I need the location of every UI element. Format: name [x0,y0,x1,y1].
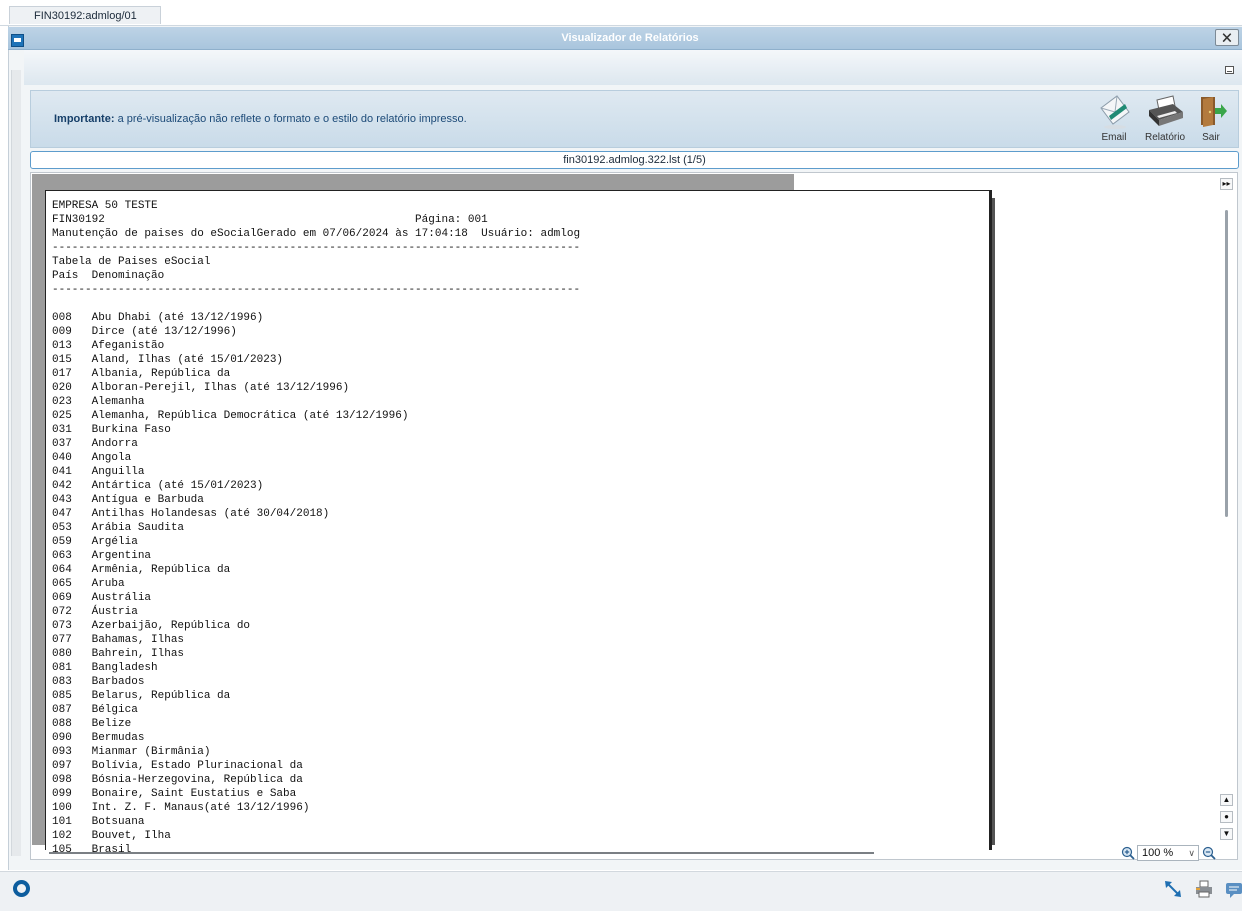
preview-notice-label: Importante: [54,113,115,125]
report-line: 069 Austrália [52,592,152,604]
minimize-icon[interactable] [1225,66,1234,74]
close-icon: 🗙 [1222,29,1232,44]
window-title: Visualizador de Relatórios [561,32,699,44]
left-scroll-track [11,70,21,856]
status-bar [0,871,1242,911]
report-line: 037 Andorra [52,438,138,450]
close-button[interactable]: 🗙 [1215,29,1239,46]
report-line: 072 Áustria [52,606,138,618]
scroll-to-end-button[interactable]: ▸▸ [1220,178,1233,190]
report-line: 077 Bahamas, Ilhas [52,634,185,646]
printer-icon [1149,95,1183,126]
report-line: Manutenção de paises do eSocialGerado em… [52,228,581,240]
report-line: 025 Alemanha, República Democrática (até… [52,410,409,422]
printer-settings-icon[interactable] [1194,879,1214,899]
scrollbar-thumb[interactable] [1225,210,1228,517]
report-content: EMPRESA 50 TESTE FIN30192 Página: 001 Manu… [52,199,580,857]
report-line: 098 Bósnia-Herzegovina, República da [52,774,303,786]
chevron-down-icon: ∨ [1188,848,1195,858]
report-line: 063 Argentina [52,550,152,562]
report-line: 102 Bouvet, Ilha [52,830,171,842]
zoom-value: 100 % [1142,847,1174,859]
report-line: 023 Alemanha [52,396,145,408]
report-file-name: fin30192.admlog.322.lst (1/5) [30,151,1239,169]
page-shadow [992,198,995,845]
report-line: 088 Belize [52,718,132,730]
report-line: 105 Brasil [52,844,132,856]
report-line: 081 Bangladesh [52,662,158,674]
report-line: 100 Int. Z. F. Manaus(até 13/12/1996) [52,802,310,814]
report-line: 040 Angola [52,452,132,464]
email-button[interactable]: Email [1095,94,1133,144]
email-icon [1100,95,1130,129]
report-line: 090 Bermudas [52,732,145,744]
page-down-button[interactable]: ▼ [1220,828,1233,840]
zoom-out-icon[interactable] [1202,846,1216,860]
report-line: 059 Argélia [52,536,138,548]
app-logo-icon[interactable] [13,880,30,897]
exit-button[interactable]: Sair [1195,94,1227,144]
report-line: 017 Albania, República da [52,368,231,380]
zoom-select[interactable]: 100 % ∨ [1137,845,1199,861]
report-line: ----------------------------------------… [52,284,581,296]
report-line: 080 Bahrein, Ilhas [52,648,185,660]
exit-door-icon [1201,97,1227,127]
report-line: 083 Barbados [52,676,145,688]
report-line: 053 Arábia Saudita [52,522,185,534]
report-line: País Denominação [52,270,165,282]
chat-icon[interactable] [1224,879,1242,899]
report-line: 087 Bélgica [52,704,138,716]
print-report-button[interactable]: Relatório [1143,94,1187,144]
report-line: ----------------------------------------… [52,242,581,254]
horizontal-scrollbar-thumb[interactable] [49,852,874,854]
report-line: 047 Antilhas Holandesas (até 30/04/2018) [52,508,330,520]
report-line [52,297,580,311]
report-line: 093 Mianmar (Birmânia) [52,746,211,758]
report-line: 065 Aruba [52,578,125,590]
page-center-button[interactable]: ● [1220,811,1233,823]
zoom-in-icon[interactable] [1121,846,1135,860]
report-line: Tabela de Paises eSocial [52,256,211,268]
report-label: Relatório [1144,132,1186,143]
report-line: 101 Botsuana [52,816,145,828]
window-sub-header [24,50,1242,85]
report-line: 013 Afeganistão [52,340,165,352]
report-line: 097 Bolívia, Estado Plurinacional da [52,760,303,772]
report-line: EMPRESA 50 TESTE [52,200,158,212]
report-line: 008 Abu Dhabi (até 13/12/1996) [52,312,264,324]
tab-strip [0,0,1242,26]
window-icon [11,34,24,47]
page-up-button[interactable]: ▲ [1220,794,1233,806]
tab-fin30192[interactable]: FIN30192:admlog/01 [9,6,161,24]
report-line: 085 Belarus, República da [52,690,231,702]
email-label: Email [1101,132,1127,143]
report-line: 064 Armênia, República da [52,564,231,576]
preview-notice-text: a pré-visualização não reflete o formato… [117,113,467,125]
report-line: 015 Aland, Ilhas (até 15/01/2023) [52,354,284,366]
report-line: 041 Anguilla [52,466,145,478]
report-line: 031 Burkina Faso [52,424,171,436]
report-line: 042 Antártica (até 15/01/2023) [52,480,264,492]
report-line: 043 Antígua e Barbuda [52,494,204,506]
exit-label: Sair [1202,132,1220,143]
report-line: 073 Azerbaijão, República do [52,620,251,632]
report-line: 020 Alboran-Perejil, Ilhas (até 13/12/19… [52,382,350,394]
report-line: 009 Dirce (até 13/12/1996) [52,326,237,338]
report-line: FIN30192 Página: 001 [52,214,488,226]
report-line: 099 Bonaire, Saint Eustatius e Saba [52,788,297,800]
preview-notice: Importante: a pré-visualização não refle… [54,113,467,125]
expand-arrows-icon[interactable] [1163,879,1183,899]
